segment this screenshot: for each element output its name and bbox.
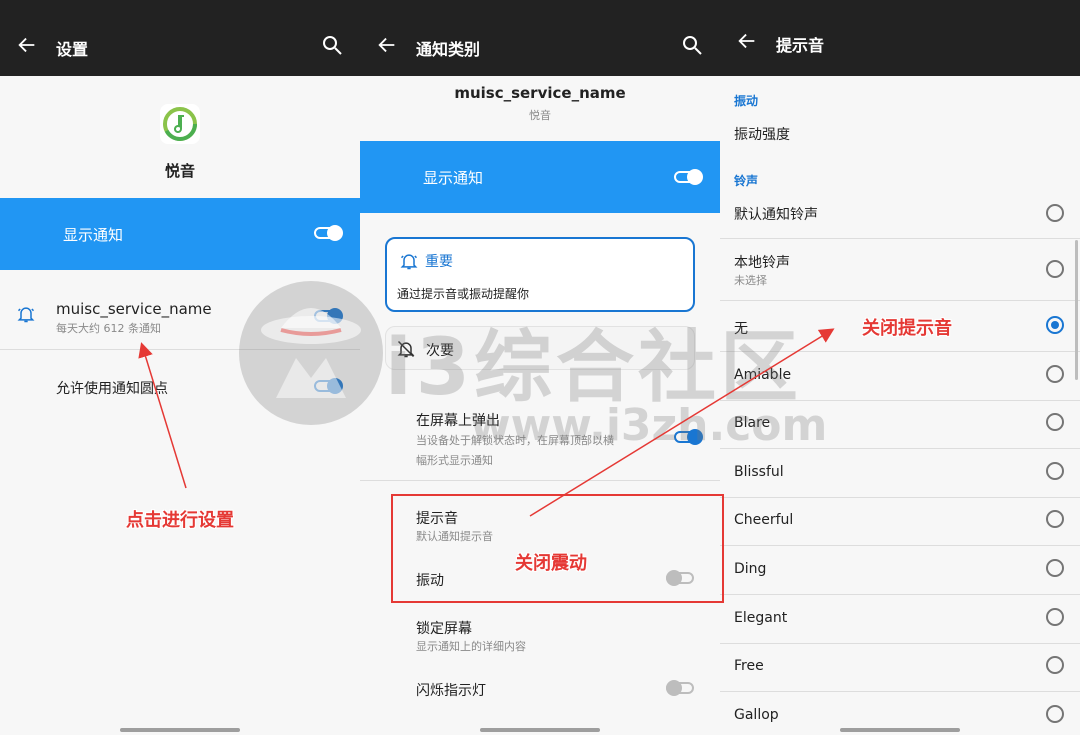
tone-label: Blissful — [734, 463, 784, 480]
lockscreen-label: 锁定屏幕 — [416, 621, 472, 637]
annotation-tap-to-set: 点击进行设置 — [126, 510, 234, 531]
section-ringtone: 铃声 — [734, 174, 759, 188]
tone-label: Blare — [734, 415, 771, 432]
back-arrow-icon[interactable] — [376, 34, 398, 56]
channel-row[interactable]: muisc_service_name 每天大约 612 条通知 — [0, 280, 360, 348]
tone-radio[interactable] — [1046, 559, 1064, 577]
show-notifications-toggle[interactable] — [314, 225, 344, 241]
tone-row[interactable]: Amiable — [720, 353, 1080, 401]
section-vibration: 振动 — [734, 94, 759, 108]
sound-picker-panel: 提示音 振动 振动强度 铃声 默认通知铃声 本地铃声 未选择 无 Amiable B… — [720, 0, 1080, 735]
bell-off-icon — [397, 340, 415, 358]
local-ringtone-label: 本地铃声 — [734, 255, 790, 271]
tone-row[interactable]: Elegant — [720, 596, 1080, 644]
show-notifications-label: 显示通知 — [63, 226, 124, 244]
nav-handle[interactable] — [840, 728, 960, 732]
app-icon — [160, 104, 200, 144]
led-toggle[interactable] — [666, 680, 696, 696]
annotation-turn-off-sound: 关闭提示音 — [862, 318, 952, 339]
bell-icon — [17, 307, 35, 323]
tone-radio[interactable] — [1046, 510, 1064, 529]
tone-label: 无 — [734, 321, 748, 337]
tone-label: Elegant — [734, 609, 788, 626]
tone-radio[interactable] — [1046, 461, 1064, 480]
lockscreen-row[interactable]: 锁定屏幕 显示通知上的详细内容 — [360, 610, 720, 658]
popup-desc-2: 幅形式显示通知 — [416, 454, 493, 467]
importance-quiet-label: 次要 — [426, 343, 454, 359]
top-app-bar: 提示音 — [720, 0, 1080, 76]
tone-radio[interactable] — [1046, 364, 1064, 383]
tone-label: Free — [734, 658, 764, 675]
tone-label: Cheerful — [734, 512, 794, 529]
importance-important-desc: 通过提示音或振动提醒你 — [397, 287, 530, 301]
nav-handle[interactable] — [480, 728, 600, 732]
allow-dot-row[interactable]: 允许使用通知圆点 — [0, 360, 360, 412]
search-icon[interactable] — [680, 33, 704, 57]
divider — [0, 349, 360, 350]
page-title: 通知类别 — [416, 40, 481, 59]
importance-important-card[interactable]: 重要 通过提示音或振动提醒你 — [385, 237, 695, 312]
channel-toggle[interactable] — [314, 308, 344, 324]
lockscreen-desc: 显示通知上的详细内容 — [416, 640, 526, 653]
led-row[interactable]: 闪烁指示灯 — [360, 668, 720, 708]
divider — [720, 300, 1080, 301]
show-notifications-row[interactable]: 显示通知 — [0, 198, 360, 270]
channel-name: muisc_service_name — [56, 300, 212, 318]
allow-dot-toggle[interactable] — [314, 378, 344, 394]
channel-title: muisc_service_name — [454, 84, 626, 102]
top-app-bar: 设置 — [0, 0, 360, 76]
tone-radio[interactable] — [1046, 413, 1064, 432]
popup-desc-1: 当设备处于解锁状态时，在屏幕顶部以横 — [416, 434, 614, 447]
settings-panel: 设置 悦音 显示通知 muisc_service_name 每天大约 612 条… — [0, 0, 360, 735]
page-title: 提示音 — [776, 36, 825, 55]
annotation-turn-off-vibration: 关闭震动 — [515, 553, 587, 574]
default-ringtone-label: 默认通知铃声 — [734, 207, 818, 223]
led-label: 闪烁指示灯 — [416, 683, 486, 699]
tone-radio[interactable] — [1046, 656, 1064, 675]
tone-label: Amiable — [734, 366, 792, 383]
page-title: 设置 — [56, 40, 89, 59]
tone-radio[interactable] — [1046, 607, 1064, 626]
channel-app-name: 悦音 — [529, 109, 551, 122]
vibration-strength[interactable]: 振动强度 — [734, 124, 790, 144]
tone-row[interactable]: Blissful — [720, 450, 1080, 498]
show-notifications-row[interactable]: 显示通知 — [360, 141, 720, 213]
scrollbar[interactable] — [1075, 240, 1078, 380]
local-ringtone-row[interactable]: 本地铃声 未选择 — [720, 246, 1080, 296]
bell-ringing-icon — [400, 254, 418, 270]
tone-label: Ding — [734, 561, 767, 577]
back-arrow-icon[interactable] — [16, 34, 38, 56]
importance-quiet-card[interactable]: 次要 — [385, 326, 695, 370]
tone-label: Gallop — [734, 706, 779, 723]
show-notifications-label: 显示通知 — [423, 169, 484, 187]
notification-category-panel: 通知类别 muisc_service_name 悦音 显示通知 重要 通过提示音… — [360, 0, 720, 735]
default-ringtone-radio[interactable] — [1046, 204, 1064, 222]
allow-dot-label: 允许使用通知圆点 — [56, 381, 168, 397]
local-ringtone-desc: 未选择 — [734, 274, 767, 287]
tone-row[interactable]: Ding — [720, 547, 1080, 595]
show-notifications-toggle[interactable] — [674, 169, 704, 185]
divider — [720, 238, 1080, 239]
local-ringtone-radio[interactable] — [1046, 260, 1064, 278]
nav-handle[interactable] — [120, 728, 240, 732]
tone-row[interactable]: Cheerful — [720, 498, 1080, 547]
tone-radio[interactable] — [1046, 704, 1064, 723]
search-icon[interactable] — [320, 33, 344, 57]
popup-row[interactable]: 在屏幕上弹出 当设备处于解锁状态时，在屏幕顶部以横 幅形式显示通知 — [360, 400, 720, 476]
app-name: 悦音 — [164, 162, 195, 180]
popup-toggle[interactable] — [674, 429, 704, 445]
tone-radio[interactable] — [1046, 316, 1064, 334]
tone-row[interactable]: Free — [720, 644, 1080, 693]
default-ringtone-row[interactable]: 默认通知铃声 — [720, 190, 1080, 238]
top-app-bar: 通知类别 — [360, 0, 720, 76]
importance-important-label: 重要 — [425, 254, 453, 270]
channel-desc: 每天大约 612 条通知 — [56, 322, 161, 335]
divider — [360, 480, 720, 481]
back-arrow-icon[interactable] — [736, 30, 758, 52]
tone-row[interactable]: Blare — [720, 401, 1080, 450]
popup-label: 在屏幕上弹出 — [416, 413, 500, 429]
